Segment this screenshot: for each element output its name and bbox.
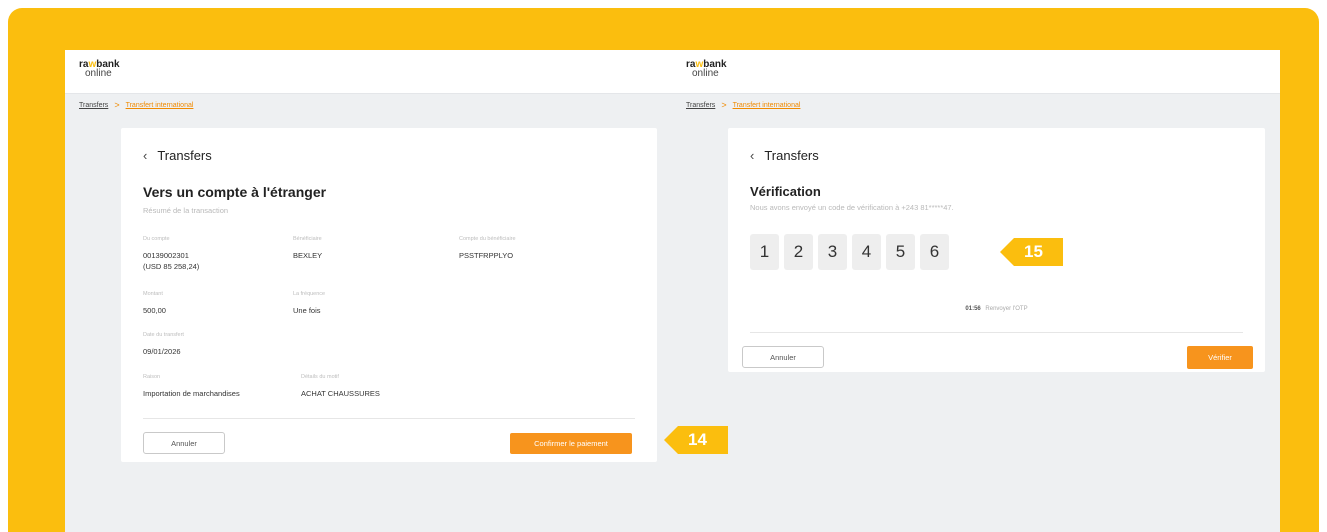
amount-label: Montant xyxy=(143,291,163,297)
transfer-date-label: Date du transfert xyxy=(143,332,184,338)
breadcrumb: Transfers > Transfert international xyxy=(672,94,1280,116)
reason-details-value: ACHAT CHAUSSURES xyxy=(301,389,380,398)
chevron-right-icon: > xyxy=(114,100,120,110)
otp-digit-4[interactable]: 4 xyxy=(852,234,881,270)
cancel-button[interactable]: Annuler xyxy=(742,346,824,368)
beneficiary-account-label: Compte du bénéficiaire xyxy=(459,236,516,242)
divider xyxy=(143,418,635,419)
breadcrumb-current[interactable]: Transfert international xyxy=(126,102,194,109)
from-account-label: Du compte xyxy=(143,236,170,242)
otp-input-group: 1 2 3 4 5 6 xyxy=(750,234,949,270)
transaction-summary-card: ‹ Transfers Vers un compte à l'étranger … xyxy=(121,128,657,462)
verify-button[interactable]: Vérifier xyxy=(1187,346,1253,369)
reason-label: Raison xyxy=(143,374,161,380)
beneficiary-account-field: Compte du bénéficiaire PSSTFRPPLYO xyxy=(459,236,516,261)
chevron-right-icon: > xyxy=(721,100,727,110)
otp-digit-3[interactable]: 3 xyxy=(818,234,847,270)
otp-digit-1[interactable]: 1 xyxy=(750,234,779,270)
otp-digit-2[interactable]: 2 xyxy=(784,234,813,270)
divider xyxy=(750,332,1243,333)
otp-digit-5[interactable]: 5 xyxy=(886,234,915,270)
otp-digit-6[interactable]: 6 xyxy=(920,234,949,270)
confirm-payment-button[interactable]: Confirmer le paiement xyxy=(510,433,632,454)
verification-screen: rawbank online Transfers > Transfert int… xyxy=(672,50,1280,532)
back-label: Transfers xyxy=(764,148,819,163)
back-button[interactable]: ‹ Transfers xyxy=(143,148,212,163)
beneficiary-field: Bénéficiaire BEXLEY xyxy=(293,236,322,261)
resend-otp-link[interactable]: Renvoyer l'OTP xyxy=(985,306,1027,312)
page-title: Vers un compte à l'étranger xyxy=(143,184,327,200)
top-bar: rawbank online xyxy=(65,50,672,94)
back-label: Transfers xyxy=(157,148,212,163)
verification-card: ‹ Transfers Vérification Nous avons envo… xyxy=(728,128,1265,372)
breadcrumb-current[interactable]: Transfert international xyxy=(733,102,801,109)
breadcrumb: Transfers > Transfert international xyxy=(65,94,672,116)
rawbank-logo[interactable]: rawbank online xyxy=(686,60,1266,79)
top-bar: rawbank online xyxy=(672,50,1280,94)
chevron-left-icon: ‹ xyxy=(143,148,148,163)
reason-details-label: Détails du motif xyxy=(301,374,339,380)
breadcrumb-transfers-link[interactable]: Transfers xyxy=(686,102,715,109)
from-account-field: Du compte 00139002301 (USD 85 258,24) xyxy=(143,236,199,272)
beneficiary-label: Bénéficiaire xyxy=(293,236,322,242)
resend-row: 01:56 Renvoyer l'OTP xyxy=(728,306,1265,312)
yellow-frame: rawbank online Transfers > Transfert int… xyxy=(8,8,1319,532)
transfer-date-field: Date du transfert 09/01/2026 xyxy=(143,332,184,357)
cancel-button[interactable]: Annuler xyxy=(143,432,225,454)
back-button[interactable]: ‹ Transfers xyxy=(750,148,819,163)
transfer-date-value: 09/01/2026 xyxy=(143,347,181,356)
frequency-label: La fréquence xyxy=(293,291,326,297)
page-title: Vérification xyxy=(750,184,821,199)
chevron-left-icon: ‹ xyxy=(750,148,755,163)
frequency-value: Une fois xyxy=(293,306,321,315)
verification-message: Nous avons envoyé un code de vérificatio… xyxy=(750,203,954,212)
from-account-balance: (USD 85 258,24) xyxy=(143,262,200,271)
summary-screen: rawbank online Transfers > Transfert int… xyxy=(65,50,672,532)
amount-value: 500,00 xyxy=(143,306,166,315)
reason-value: Importation de marchandises xyxy=(143,389,240,398)
beneficiary-value: BEXLEY xyxy=(293,251,323,260)
breadcrumb-transfers-link[interactable]: Transfers xyxy=(79,102,108,109)
amount-field: Montant 500,00 xyxy=(143,291,166,316)
beneficiary-account-value: PSSTFRPPLYO xyxy=(459,251,514,260)
otp-timer: 01:56 xyxy=(965,306,981,312)
from-account-number: 00139002301 xyxy=(143,251,189,260)
reason-field: Raison Importation de marchandises xyxy=(143,374,240,399)
reason-details-field: Détails du motif ACHAT CHAUSSURES xyxy=(301,374,380,399)
page-subtitle: Résumé de la transaction xyxy=(143,206,229,215)
frequency-field: La fréquence Une fois xyxy=(293,291,325,316)
rawbank-logo[interactable]: rawbank online xyxy=(79,60,658,79)
